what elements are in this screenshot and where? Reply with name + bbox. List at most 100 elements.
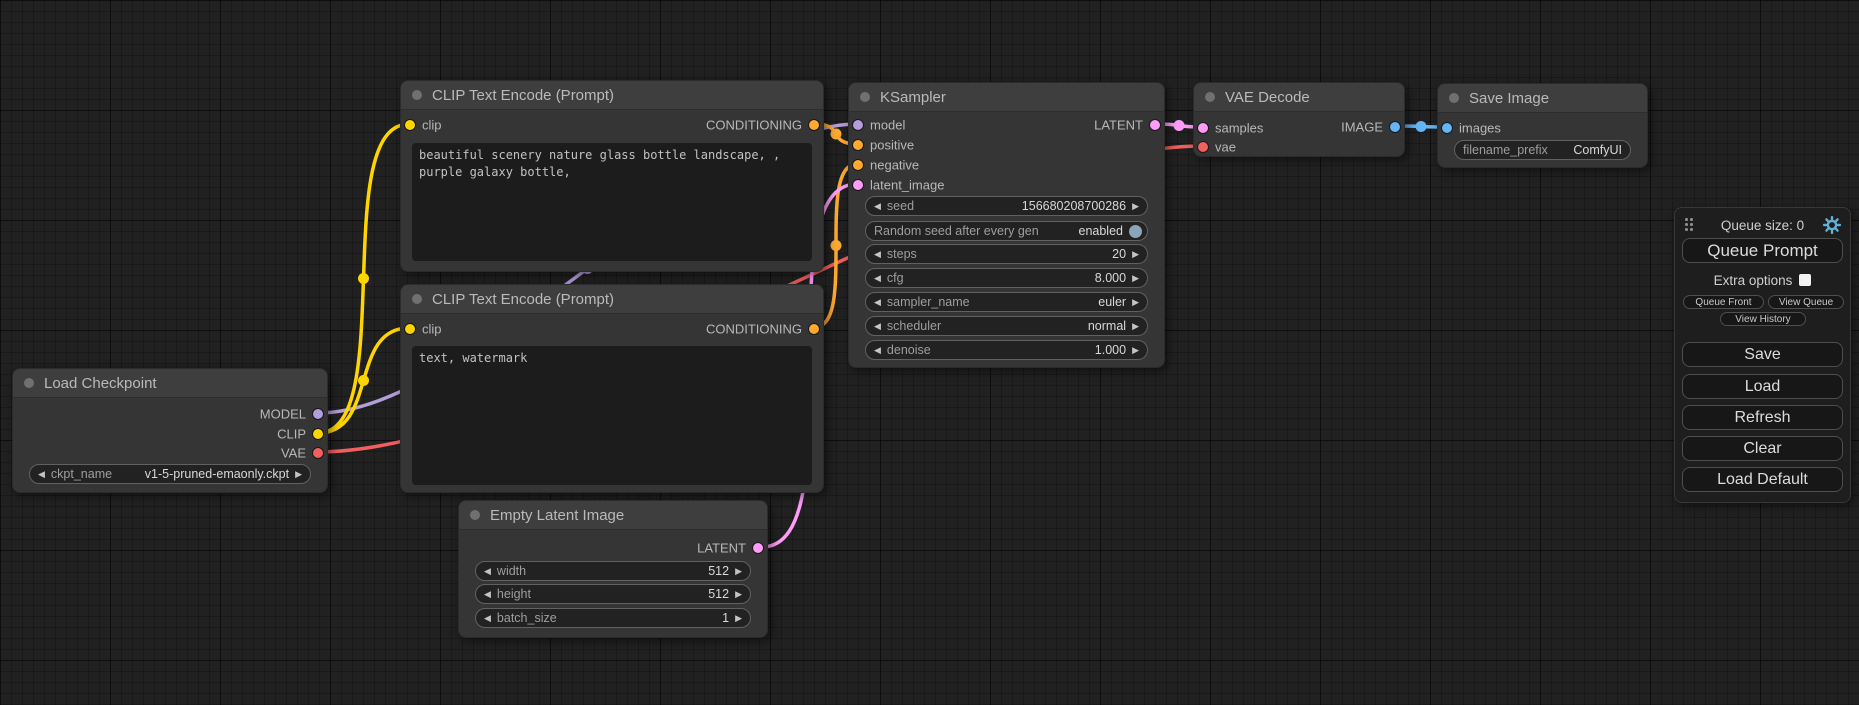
widget-batch_size[interactable]: ◀batch_size1▶ [475, 608, 751, 628]
node-clip-text-encode-negative[interactable]: CLIP Text Encode (Prompt)clipCONDITIONIN… [400, 284, 824, 493]
collapse-dot-icon[interactable] [412, 90, 422, 100]
node-graph-canvas[interactable]: Load CheckpointMODELCLIPVAE◀ckpt_namev1-… [0, 0, 1859, 705]
widget-seed[interactable]: ◀seed156680208700286▶ [865, 196, 1148, 216]
output-label: LATENT [697, 541, 746, 556]
collapse-dot-icon[interactable] [1205, 92, 1215, 102]
output-slot-vae: VAE [13, 443, 327, 463]
output-dot-latent[interactable] [1150, 120, 1160, 130]
widget-label: width [497, 564, 526, 578]
input-dot-positive[interactable] [853, 140, 863, 150]
output-dot-image[interactable] [1390, 122, 1400, 132]
increment-arrow-icon[interactable]: ▶ [1132, 346, 1139, 355]
widget-random-seed-after-every-gen[interactable]: Random seed after every genenabled [865, 221, 1148, 241]
clear-button[interactable]: Clear [1682, 436, 1843, 461]
node-title-bar: Save Image [1438, 84, 1647, 113]
node-title-bar: CLIP Text Encode (Prompt) [401, 81, 823, 110]
increment-arrow-icon[interactable]: ▶ [295, 470, 302, 479]
output-label: VAE [281, 446, 306, 461]
widget-cfg[interactable]: ◀cfg8.000▶ [865, 268, 1148, 288]
widget-label: ckpt_name [51, 467, 112, 481]
widget-denoise[interactable]: ◀denoise1.000▶ [865, 340, 1148, 360]
decrement-arrow-icon[interactable]: ◀ [874, 298, 881, 307]
input-slot-images: images [1438, 118, 1647, 138]
output-dot-vae[interactable] [313, 448, 323, 458]
widget-height[interactable]: ◀height512▶ [475, 584, 751, 604]
queue-panel: Queue size: 0 Queue [1674, 207, 1851, 503]
input-slot-negative: negative [849, 155, 1164, 175]
queue-front-button[interactable]: Queue Front [1683, 295, 1764, 309]
prompt-text-input[interactable]: beautiful scenery nature glass bottle la… [412, 143, 812, 261]
refresh-button[interactable]: Refresh [1682, 405, 1843, 430]
widget-value: ComfyUI [1573, 143, 1622, 157]
decrement-arrow-icon[interactable]: ◀ [484, 614, 491, 623]
widget-ckpt_name[interactable]: ◀ckpt_namev1-5-pruned-emaonly.ckpt▶ [29, 464, 311, 484]
node-vae-decode[interactable]: VAE DecodesamplesvaeIMAGE [1193, 82, 1405, 157]
increment-arrow-icon[interactable]: ▶ [1132, 298, 1139, 307]
widget-steps[interactable]: ◀steps20▶ [865, 244, 1148, 264]
widget-width[interactable]: ◀width512▶ [475, 561, 751, 581]
input-dot-images[interactable] [1442, 123, 1452, 133]
widget-label: batch_size [497, 611, 557, 625]
input-dot-latent_image[interactable] [853, 180, 863, 190]
view-history-button[interactable]: View History [1720, 312, 1806, 326]
widget-value: 20 [1112, 247, 1126, 261]
output-dot-latent[interactable] [753, 543, 763, 553]
output-dot-conditioning[interactable] [809, 324, 819, 334]
widget-scheduler[interactable]: ◀schedulernormal▶ [865, 316, 1148, 336]
increment-arrow-icon[interactable]: ▶ [1132, 322, 1139, 331]
widget-filename_prefix[interactable]: filename_prefix ComfyUI [1454, 140, 1631, 160]
collapse-dot-icon[interactable] [24, 378, 34, 388]
clip-to-positive-link-midpoint-dot[interactable] [358, 273, 369, 284]
node-clip-text-encode-positive[interactable]: CLIP Text Encode (Prompt)clipCONDITIONIN… [400, 80, 824, 272]
view-queue-button[interactable]: View Queue [1768, 295, 1844, 309]
load-button[interactable]: Load [1682, 374, 1843, 399]
positive-conditioning-link-midpoint-dot[interactable] [831, 129, 842, 140]
collapse-dot-icon[interactable] [470, 510, 480, 520]
negative-conditioning-link-midpoint-dot[interactable] [831, 240, 842, 251]
output-label: LATENT [1094, 118, 1143, 133]
drag-handle-icon[interactable] [1685, 218, 1693, 231]
decrement-arrow-icon[interactable]: ◀ [874, 322, 881, 331]
increment-arrow-icon[interactable]: ▶ [1132, 202, 1139, 211]
collapse-dot-icon[interactable] [1449, 93, 1459, 103]
increment-arrow-icon[interactable]: ▶ [1132, 274, 1139, 283]
widget-sampler_name[interactable]: ◀sampler_nameeuler▶ [865, 292, 1148, 312]
decrement-arrow-icon[interactable]: ◀ [874, 250, 881, 259]
decrement-arrow-icon[interactable]: ◀ [874, 274, 881, 283]
widget-value: normal [1088, 319, 1126, 333]
increment-arrow-icon[interactable]: ▶ [1132, 250, 1139, 259]
clip-to-negative-link-midpoint-dot[interactable] [358, 375, 369, 386]
node-empty-latent-image[interactable]: Empty Latent ImageLATENT◀width512▶◀heigh… [458, 500, 768, 638]
save-button[interactable]: Save [1682, 342, 1843, 367]
decrement-arrow-icon[interactable]: ◀ [874, 346, 881, 355]
collapse-dot-icon[interactable] [860, 92, 870, 102]
node-save-image[interactable]: Save Image images filename_prefix ComfyUI [1437, 83, 1648, 168]
toggle-knob[interactable] [1129, 225, 1142, 238]
widget-label: height [497, 587, 531, 601]
queue-prompt-button[interactable]: Queue Prompt [1682, 238, 1843, 263]
load-default-button[interactable]: Load Default [1682, 467, 1843, 492]
increment-arrow-icon[interactable]: ▶ [735, 614, 742, 623]
image-link-midpoint-dot[interactable] [1416, 121, 1427, 132]
gear-icon[interactable] [1823, 216, 1841, 239]
output-dot-clip[interactable] [313, 429, 323, 439]
decrement-arrow-icon[interactable]: ◀ [484, 567, 491, 576]
collapse-dot-icon[interactable] [412, 294, 422, 304]
latent-to-vae-link-midpoint-dot[interactable] [1174, 120, 1185, 131]
output-slot-clip: CLIP [13, 424, 327, 444]
input-dot-vae[interactable] [1198, 142, 1208, 152]
prompt-text-input[interactable]: text, watermark [412, 346, 812, 485]
increment-arrow-icon[interactable]: ▶ [735, 590, 742, 599]
decrement-arrow-icon[interactable]: ◀ [38, 470, 45, 479]
widget-label: filename_prefix [1463, 143, 1548, 157]
extra-options-checkbox[interactable] [1799, 274, 1811, 286]
decrement-arrow-icon[interactable]: ◀ [874, 202, 881, 211]
decrement-arrow-icon[interactable]: ◀ [484, 590, 491, 599]
output-label: IMAGE [1341, 120, 1383, 135]
node-ksampler[interactable]: KSamplermodelpositivenegativelatent_imag… [848, 82, 1165, 368]
input-dot-negative[interactable] [853, 160, 863, 170]
output-dot-model[interactable] [313, 409, 323, 419]
output-dot-conditioning[interactable] [809, 120, 819, 130]
increment-arrow-icon[interactable]: ▶ [735, 567, 742, 576]
node-load-checkpoint[interactable]: Load CheckpointMODELCLIPVAE◀ckpt_namev1-… [12, 368, 328, 493]
